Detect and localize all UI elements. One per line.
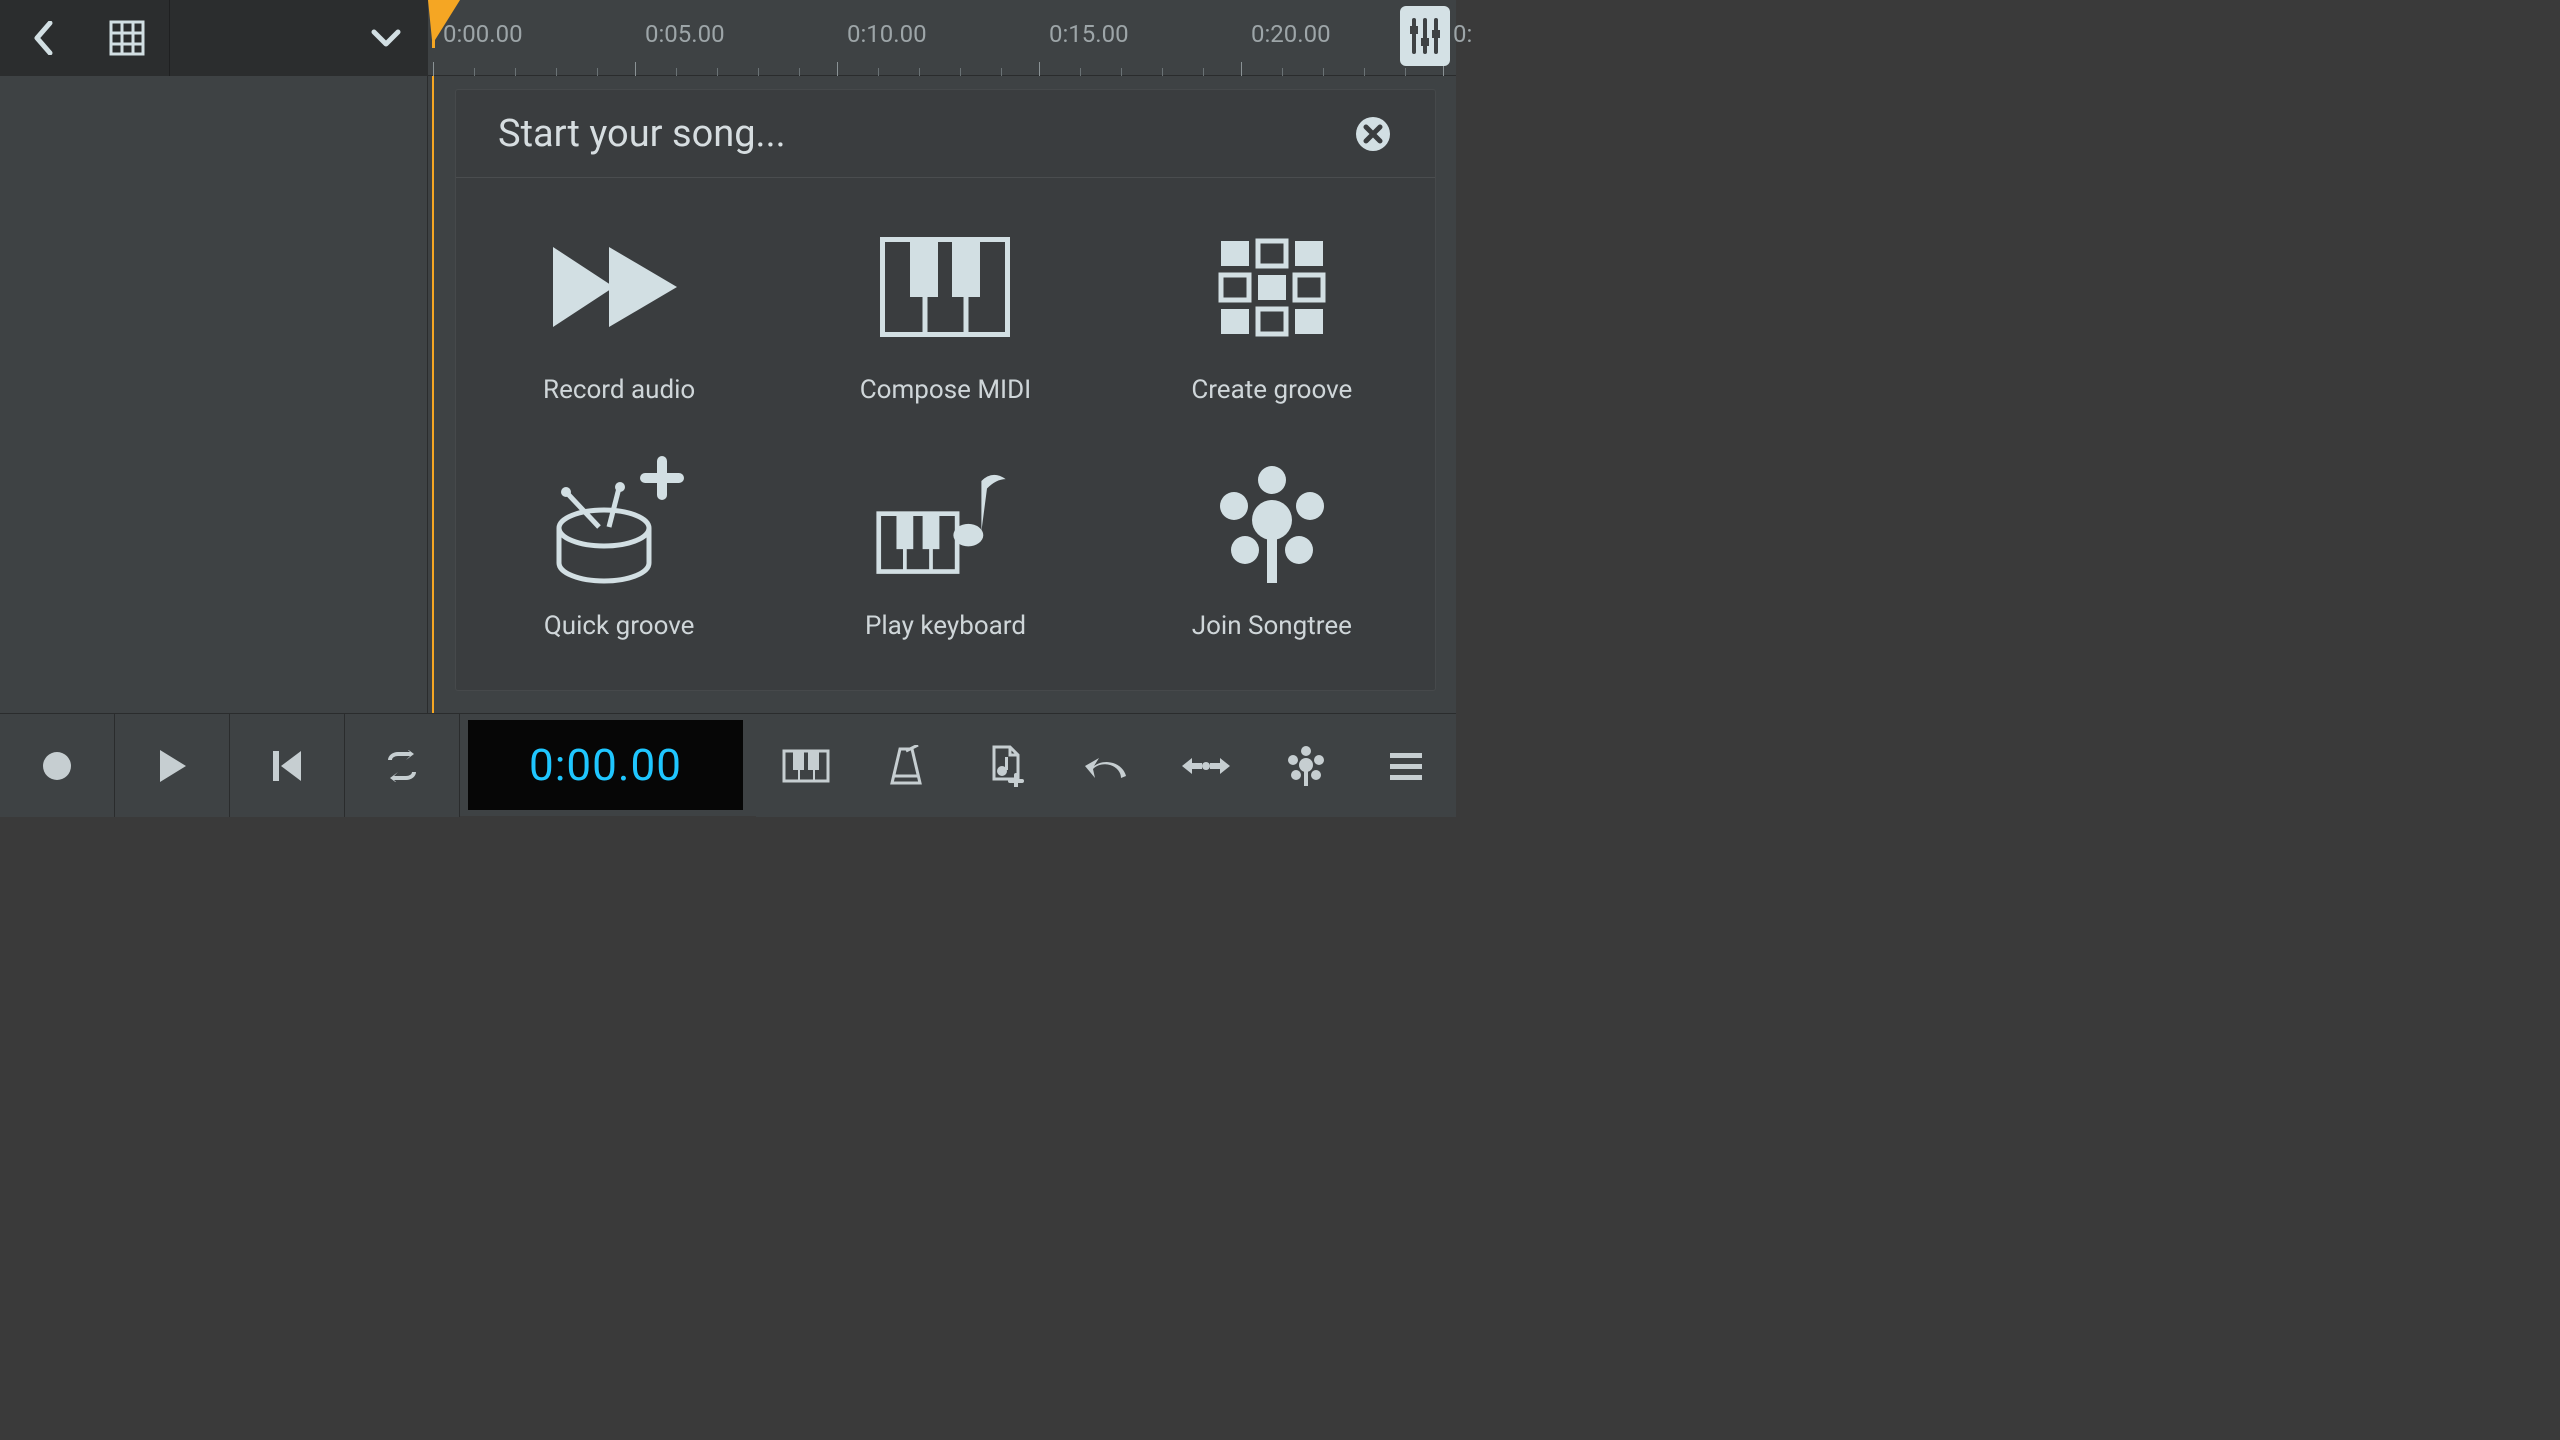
tick-label: 0:15.00 [1049,20,1204,48]
piano-keyboard-icon [875,227,1015,347]
metronome-button[interactable] [856,714,956,817]
tick-label: 0:05.00 [645,20,800,48]
tick-label: 0:10.00 [847,20,1002,48]
mixer-button[interactable] [1400,6,1450,66]
menu-button[interactable] [1356,714,1456,817]
pad-grid-icon [1202,227,1342,347]
option-label: Create groove [1191,375,1352,405]
tick-label: 0:00.00 [443,20,598,48]
tick-label: 0:20.00 [1251,20,1406,48]
songtree-icon [1202,463,1342,583]
start-song-panel: Start your song... Record audio [455,89,1436,691]
rewind-to-start-button[interactable] [230,714,345,817]
close-panel-button[interactable] [1353,114,1393,154]
drum-plus-icon [549,463,689,583]
midi-keyboard-button[interactable] [756,714,856,817]
timeline-ruler[interactable]: 0:00.00 0:05.00 0:10.00 0:15.00 0:20.00 … [428,0,1456,76]
playhead-line-icon [432,76,434,713]
join-songtree-option[interactable]: Join Songtree [1109,434,1435,670]
track-list-panel [0,76,428,713]
tick-label: 0:25.00 [1453,20,1473,48]
top-toolbar: 0:00.00 0:05.00 0:10.00 0:15.00 0:20.00 … [0,0,1456,76]
grid-toggle-button[interactable] [85,0,170,76]
loop-button[interactable] [345,714,460,817]
songtree-button[interactable] [1256,714,1356,817]
start-panel-title: Start your song... [498,112,786,156]
transport-bar: 0:00.00 [0,713,1456,816]
fast-forward-icon [549,227,689,347]
timeline-body[interactable]: Start your song... Record audio [428,76,1456,713]
back-button[interactable] [0,0,85,76]
record-button[interactable] [0,714,115,817]
quick-groove-option[interactable]: Quick groove [456,434,782,670]
undo-button[interactable] [1056,714,1156,817]
play-keyboard-option[interactable]: Play keyboard [782,434,1108,670]
start-options-grid: Record audio Compose MIDI Create groove [456,178,1435,690]
track-options-dropdown[interactable] [343,0,428,76]
top-left-controls [0,0,428,76]
play-button[interactable] [115,714,230,817]
create-groove-option[interactable]: Create groove [1109,198,1435,434]
tool-mode-button[interactable] [1156,714,1256,817]
add-track-button[interactable] [956,714,1056,817]
option-label: Compose MIDI [860,375,1032,405]
option-label: Play keyboard [865,611,1026,641]
keyboard-note-icon [875,463,1015,583]
option-label: Quick groove [544,611,695,641]
start-panel-header: Start your song... [456,90,1435,178]
time-display[interactable]: 0:00.00 [468,720,743,810]
compose-midi-option[interactable]: Compose MIDI [782,198,1108,434]
option-label: Record audio [543,375,695,405]
main-area: Start your song... Record audio [0,76,1456,713]
record-audio-option[interactable]: Record audio [456,198,782,434]
option-label: Join Songtree [1192,611,1352,641]
